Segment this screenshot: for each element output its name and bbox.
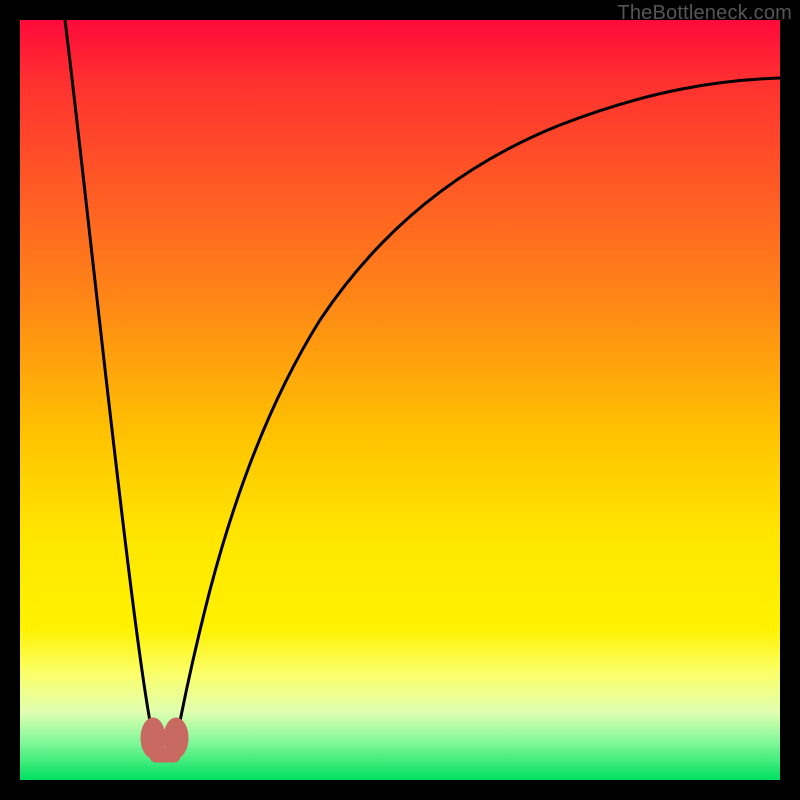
chart-frame: TheBottleneck.com [0, 0, 800, 800]
watermark-text: TheBottleneck.com [617, 2, 792, 25]
curve-left-branch [65, 20, 154, 742]
valley-markers [141, 718, 188, 762]
curve-right-branch [176, 78, 780, 742]
chart-svg [20, 20, 780, 780]
valley-knot-bridge [150, 748, 180, 762]
chart-plot-area [20, 20, 780, 780]
